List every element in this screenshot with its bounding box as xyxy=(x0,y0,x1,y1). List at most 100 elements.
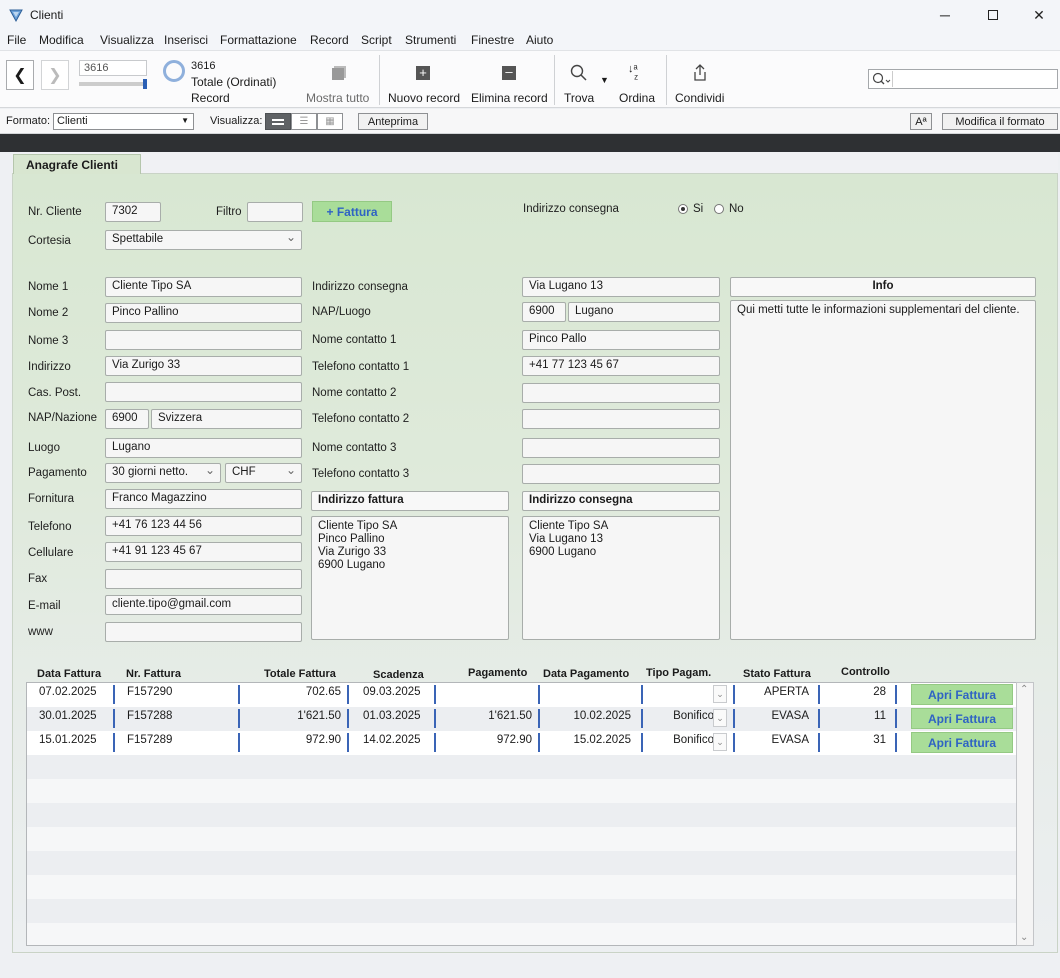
table-row[interactable]: 07.02.2025 F157290 702.65 09.03.2025 ⌄ A… xyxy=(27,683,1017,707)
list-view-button[interactable]: ☰ xyxy=(291,113,317,130)
pagamento-select[interactable]: 30 giorni netto. xyxy=(105,463,221,483)
elimina-record-button[interactable]: Elimina record xyxy=(471,91,548,105)
quick-find-input[interactable] xyxy=(868,69,1058,89)
cell-scadenza: 01.03.2025 xyxy=(363,710,421,722)
indirizzo-field[interactable]: Via Zurigo 33 xyxy=(105,356,302,376)
table-row[interactable]: 15.01.2025 F157289 972.90 14.02.2025 972… xyxy=(27,731,1017,755)
cortesia-select[interactable]: Spettabile xyxy=(105,230,302,250)
formato-label: Formato: xyxy=(6,115,51,127)
indirizzo-consegna-box[interactable]: Cliente Tipo SA Via Lugano 13 6900 Lugan… xyxy=(522,516,720,640)
nap-field[interactable]: 6900 xyxy=(105,409,149,429)
nazione-field[interactable]: Svizzera xyxy=(151,409,302,429)
ordina-button[interactable]: Ordina xyxy=(619,91,655,105)
cell-data-fattura: 15.01.2025 xyxy=(39,734,97,746)
tipo-dropdown-icon[interactable]: ⌄ xyxy=(713,709,727,727)
next-record-button[interactable]: ❯ xyxy=(41,60,69,90)
tel-contatto2-field[interactable] xyxy=(522,409,720,429)
ind-consegna-field[interactable]: Via Lugano 13 xyxy=(522,277,720,297)
menu-aiuto[interactable]: Aiuto xyxy=(526,33,553,47)
dropdown-arrow-icon[interactable]: ▼ xyxy=(600,75,609,85)
cellulare-field[interactable]: +41 91 123 45 67 xyxy=(105,542,302,562)
indirizzo-label: Indirizzo xyxy=(28,361,71,373)
scroll-down-icon[interactable]: ⌄ xyxy=(1020,932,1028,943)
menu-visualizza[interactable]: Visualizza xyxy=(100,33,154,47)
empty-row xyxy=(27,899,1017,923)
info-textarea[interactable]: Qui metti tutte le informazioni suppleme… xyxy=(730,300,1036,640)
formato-select[interactable]: Clienti ▼ xyxy=(53,113,194,130)
maximize-button[interactable] xyxy=(970,0,1016,30)
tel-contatto3-field[interactable] xyxy=(522,464,720,484)
valuta-select[interactable]: CHF xyxy=(225,463,302,483)
title-bar: Clienti ─ ✕ xyxy=(0,0,1060,30)
table-row[interactable]: 30.01.2025 F157288 1'621.50 01.03.2025 1… xyxy=(27,707,1017,731)
menu-formattazione[interactable]: Formattazione xyxy=(220,33,297,47)
previous-record-button[interactable]: ❮ xyxy=(6,60,34,90)
menu-file[interactable]: File xyxy=(7,33,26,47)
contatto3-field[interactable] xyxy=(522,438,720,458)
tel-contatto1-field[interactable]: +41 77 123 45 67 xyxy=(522,356,720,376)
add-fattura-button[interactable]: + Fattura xyxy=(312,201,392,222)
contatto1-field[interactable]: Pinco Pallo xyxy=(522,330,720,350)
si-radio[interactable] xyxy=(678,204,688,214)
close-button[interactable]: ✕ xyxy=(1016,0,1060,30)
consegna-luogo-field[interactable]: Lugano xyxy=(568,302,720,322)
empty-row xyxy=(27,803,1017,827)
fax-field[interactable] xyxy=(105,569,302,589)
consegna-nap-field[interactable]: 6900 xyxy=(522,302,566,322)
cell-tipo: Bonifico xyxy=(673,710,714,722)
indirizzo-fattura-box[interactable]: Cliente Tipo SA Pinco Pallino Via Zurigo… xyxy=(311,516,509,640)
filtro-field[interactable] xyxy=(247,202,303,222)
tipo-dropdown-icon[interactable]: ⌄ xyxy=(713,733,727,751)
nome2-field[interactable]: Pinco Pallino xyxy=(105,303,302,323)
nome-contatto3-label: Nome contatto 3 xyxy=(312,442,397,454)
scroll-up-icon[interactable]: ⌃ xyxy=(1020,684,1028,695)
cell-data-pagamento: 10.02.2025 xyxy=(573,710,631,722)
column-divider xyxy=(434,733,436,752)
minimize-icon: ─ xyxy=(940,7,950,23)
app-icon xyxy=(8,7,24,26)
col-totale-fattura: Totale Fattura xyxy=(264,668,336,680)
apri-fattura-button[interactable]: Apri Fattura xyxy=(911,708,1013,729)
table-view-button[interactable]: ▦ xyxy=(317,113,343,130)
empty-row xyxy=(27,851,1017,875)
menu-script[interactable]: Script xyxy=(361,33,392,47)
record-slider-thumb[interactable] xyxy=(143,79,147,89)
no-radio[interactable] xyxy=(714,204,724,214)
apri-fattura-button[interactable]: Apri Fattura xyxy=(911,732,1013,753)
nome1-field[interactable]: Cliente Tipo SA xyxy=(105,277,302,297)
modifica-formato-button[interactable]: Modifica il formato xyxy=(942,113,1058,130)
tipo-dropdown-icon[interactable]: ⌄ xyxy=(713,685,727,703)
portal-scrollbar[interactable]: ⌃ ⌄ xyxy=(1016,682,1034,946)
nuovo-record-button[interactable]: Nuovo record xyxy=(388,91,460,105)
record-number-field[interactable]: 3616 xyxy=(79,60,147,76)
menu-strumenti[interactable]: Strumenti xyxy=(405,33,456,47)
cell-stato: EVASA xyxy=(771,734,810,746)
nr-cliente-field[interactable]: 7302 xyxy=(105,202,161,222)
contatto2-field[interactable] xyxy=(522,383,720,403)
minimize-button[interactable]: ─ xyxy=(922,0,968,30)
text-format-button[interactable]: Aª xyxy=(910,113,932,130)
menu-record[interactable]: Record xyxy=(310,33,349,47)
telefono-field[interactable]: +41 76 123 44 56 xyxy=(105,516,302,536)
trova-button[interactable]: Trova xyxy=(564,91,594,105)
toolbar: ❮ ❯ 3616 3616 Totale (Ordinati) Record M… xyxy=(0,50,1060,108)
fornitura-field[interactable]: Franco Magazzino xyxy=(105,489,302,509)
anteprima-button[interactable]: Anteprima xyxy=(358,113,428,130)
tab-anagrafe-clienti[interactable]: Anagrafe Clienti xyxy=(13,154,141,174)
cas-post-field[interactable] xyxy=(105,382,302,402)
mostra-tutto-button[interactable]: Mostra tutto xyxy=(306,91,369,105)
nome3-field[interactable] xyxy=(105,330,302,350)
menu-finestre[interactable]: Finestre xyxy=(471,33,514,47)
menu-inserisci[interactable]: Inserisci xyxy=(164,33,208,47)
luogo-field[interactable]: Lugano xyxy=(105,438,302,458)
apri-fattura-button[interactable]: Apri Fattura xyxy=(911,684,1013,705)
maximize-icon xyxy=(988,10,998,20)
condividi-button[interactable]: Condividi xyxy=(675,91,724,105)
www-field[interactable] xyxy=(105,622,302,642)
form-view-button[interactable] xyxy=(265,113,291,130)
record-slider[interactable] xyxy=(79,82,147,86)
chevron-right-icon: ❯ xyxy=(48,67,62,84)
www-label: www xyxy=(28,626,53,638)
menu-modifica[interactable]: Modifica xyxy=(39,33,84,47)
email-field[interactable]: cliente.tipo@gmail.com xyxy=(105,595,302,615)
